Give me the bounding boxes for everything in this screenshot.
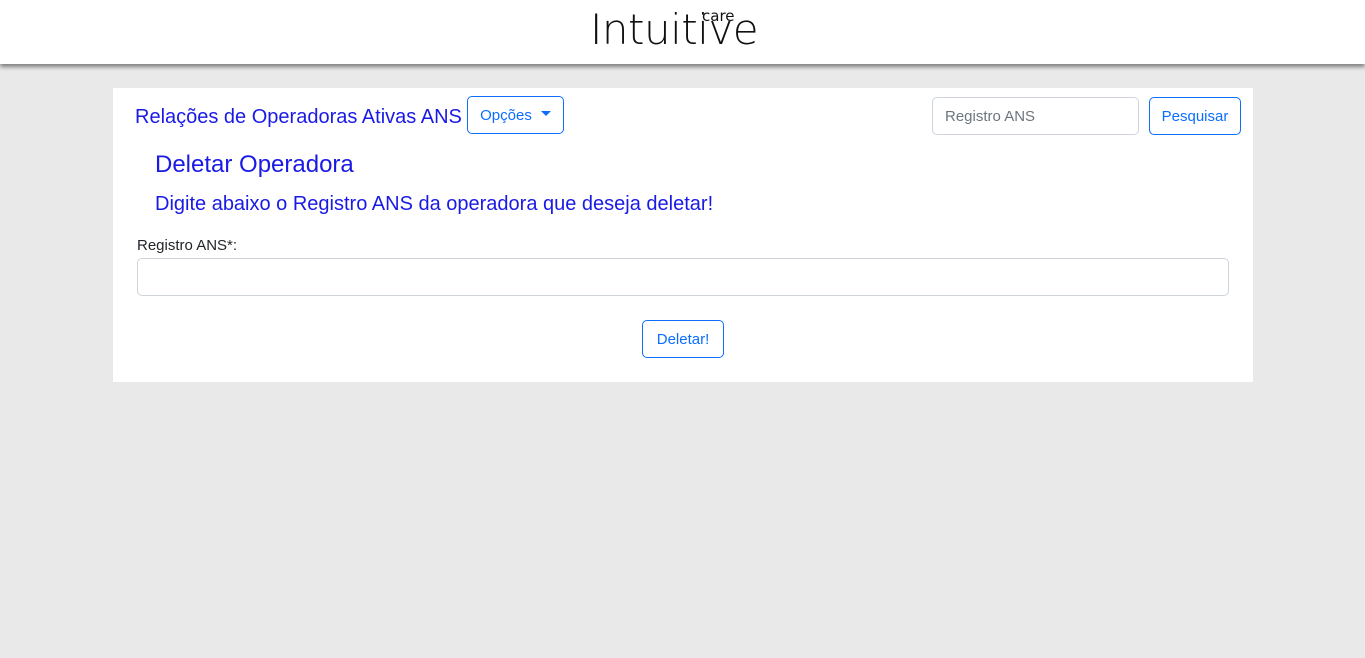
intuitive-care-logo: Intuitive care [590, 4, 780, 58]
registro-ans-field[interactable] [137, 258, 1229, 296]
registro-ans-label: Registro ANS*: [137, 237, 238, 254]
logo-superscript: care [702, 7, 735, 25]
options-dropdown-button[interactable]: Opções [467, 96, 564, 134]
top-header: Intuitive care [0, 0, 1365, 64]
main-card: Relações de Operadoras Ativas ANS Opções… [113, 88, 1253, 382]
navbar-brand[interactable]: Relações de Operadoras Ativas ANS [135, 105, 462, 129]
delete-button[interactable]: Deletar! [642, 320, 724, 358]
options-button-label: Opções [480, 106, 532, 124]
page-subtitle: Digite abaixo o Registro ANS da operador… [155, 193, 714, 215]
caret-down-icon [540, 110, 551, 116]
search-input[interactable] [932, 97, 1139, 135]
page-title: Deletar Operadora [155, 151, 354, 178]
search-button[interactable]: Pesquisar [1149, 97, 1241, 135]
